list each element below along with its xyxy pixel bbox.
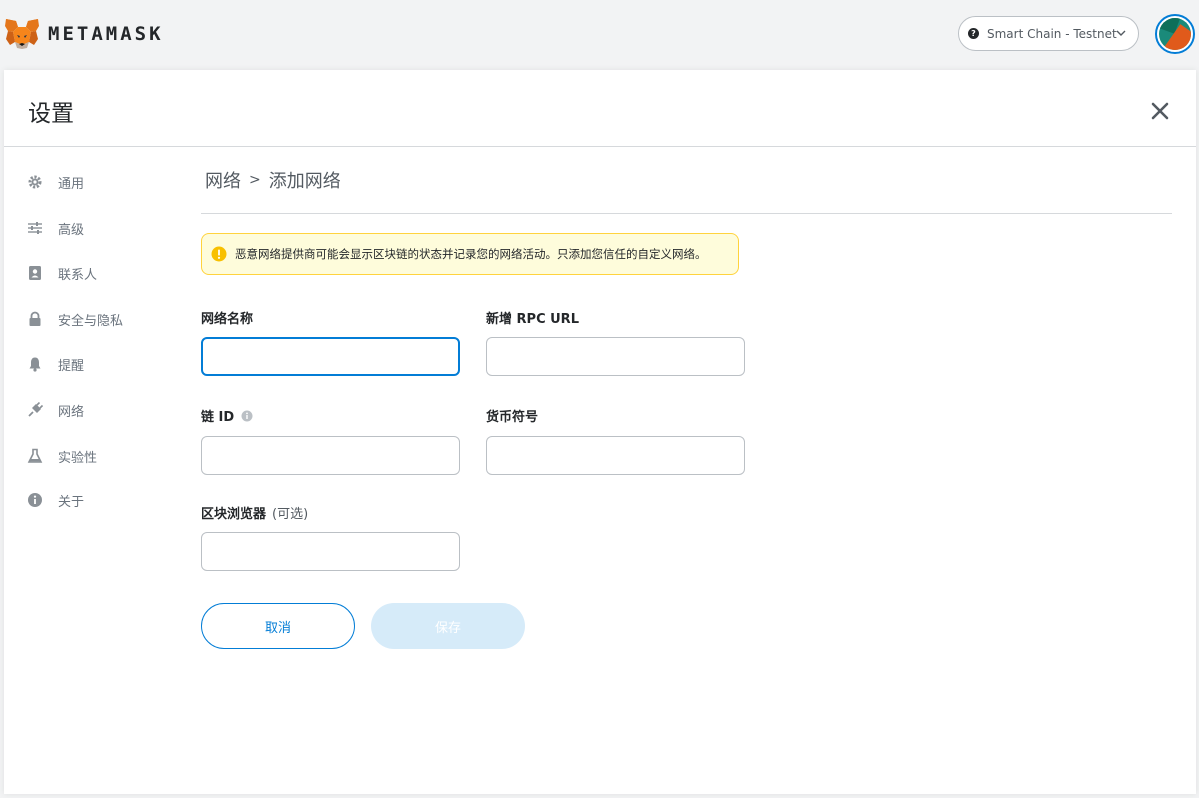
sidebar-item-label: 安全与隐私 <box>58 313 124 329</box>
settings-header: 设置 <box>4 70 1196 147</box>
identicon <box>1159 18 1191 50</box>
sidebar-item-contacts[interactable]: 联系人 <box>26 261 97 285</box>
network-label: Smart Chain - Testnet <box>987 26 1117 41</box>
account-avatar[interactable] <box>1155 14 1195 54</box>
gear-icon <box>26 173 44 191</box>
chain-id-label: 链 ID <box>201 406 253 425</box>
sidebar-item-security[interactable]: 安全与隐私 <box>26 307 123 331</box>
sidebar-item-general[interactable]: 通用 <box>26 170 84 194</box>
network-name-input[interactable] <box>201 337 460 376</box>
plug-icon <box>26 401 44 419</box>
brand-wordmark: METAMASK <box>48 23 164 45</box>
save-button[interactable]: 保存 <box>371 603 525 649</box>
metamask-logo[interactable]: METAMASK <box>4 17 164 51</box>
currency-symbol-label-text: 货币符号 <box>486 410 539 425</box>
info-icon[interactable] <box>241 410 253 422</box>
rpc-url-label-text: 新增 RPC URL <box>486 312 579 327</box>
save-button-label: 保存 <box>434 620 461 636</box>
currency-symbol-input[interactable] <box>486 436 745 475</box>
warning-text: 恶意网络提供商可能会显示区块链的状态并记录您的网络活动。只添加您信任的自定义网络… <box>235 247 707 261</box>
rpc-url-label: 新增 RPC URL <box>486 308 579 327</box>
flask-icon <box>26 447 44 465</box>
currency-symbol-label: 货币符号 <box>486 406 538 425</box>
sliders-icon <box>26 219 44 237</box>
block-explorer-input[interactable] <box>201 532 460 571</box>
block-explorer-label: 区块浏览器 (可选) <box>201 503 308 522</box>
sidebar-item-alerts[interactable]: 提醒 <box>26 352 84 376</box>
sidebar-item-label: 通用 <box>58 176 85 192</box>
sidebar-item-advanced[interactable]: 高级 <box>26 216 84 240</box>
sidebar-item-label: 网络 <box>58 404 85 420</box>
info-icon <box>26 491 44 509</box>
page-title: 设置 <box>28 101 74 127</box>
breadcrumb-parent-networks[interactable]: 网络 <box>205 167 241 193</box>
sidebar-item-experimental[interactable]: 实验性 <box>26 444 97 468</box>
sidebar-item-networks[interactable]: 网络 <box>26 398 84 422</box>
optional-hint: (可选) <box>272 507 309 522</box>
sidebar-item-label: 关于 <box>58 494 85 510</box>
cancel-button-label: 取消 <box>264 620 291 636</box>
network-name-label-text: 网络名称 <box>201 312 254 327</box>
sidebar-item-label: 高级 <box>58 222 85 238</box>
lock-icon <box>26 310 44 328</box>
breadcrumb: 网络 > 添加网络 <box>205 167 341 193</box>
sidebar-item-label: 实验性 <box>58 450 98 466</box>
settings-card: 设置 通用 高级 联系人 安全与隐私 提醒 网络 实验性 关于 网络 > 添加网… <box>4 70 1196 794</box>
network-selector[interactable]: ? Smart Chain - Testnet <box>958 16 1139 51</box>
block-explorer-label-text: 区块浏览器 <box>201 507 267 522</box>
chevron-down-icon <box>1116 30 1126 36</box>
chain-id-label-text: 链 ID <box>201 410 235 425</box>
warning-banner: 恶意网络提供商可能会显示区块链的状态并记录您的网络活动。只添加您信任的自定义网络… <box>201 233 739 275</box>
close-icon[interactable] <box>1149 100 1171 122</box>
chain-id-input[interactable] <box>201 436 460 475</box>
sidebar-item-label: 提醒 <box>58 358 85 374</box>
network-status-dot: ? <box>968 28 979 39</box>
warning-icon <box>211 246 227 262</box>
network-name-label: 网络名称 <box>201 308 253 327</box>
fox-icon <box>5 19 39 49</box>
breadcrumb-separator: > <box>249 172 261 188</box>
top-bar: METAMASK ? Smart Chain - Testnet <box>0 0 1199 70</box>
sidebar-item-label: 联系人 <box>58 267 98 283</box>
breadcrumb-current: 添加网络 <box>268 171 341 192</box>
cancel-button[interactable]: 取消 <box>201 603 355 649</box>
sidebar-item-about[interactable]: 关于 <box>26 488 84 512</box>
divider <box>201 213 1172 214</box>
contact-book-icon <box>26 264 44 282</box>
bell-icon <box>26 355 44 373</box>
rpc-url-input[interactable] <box>486 337 745 376</box>
